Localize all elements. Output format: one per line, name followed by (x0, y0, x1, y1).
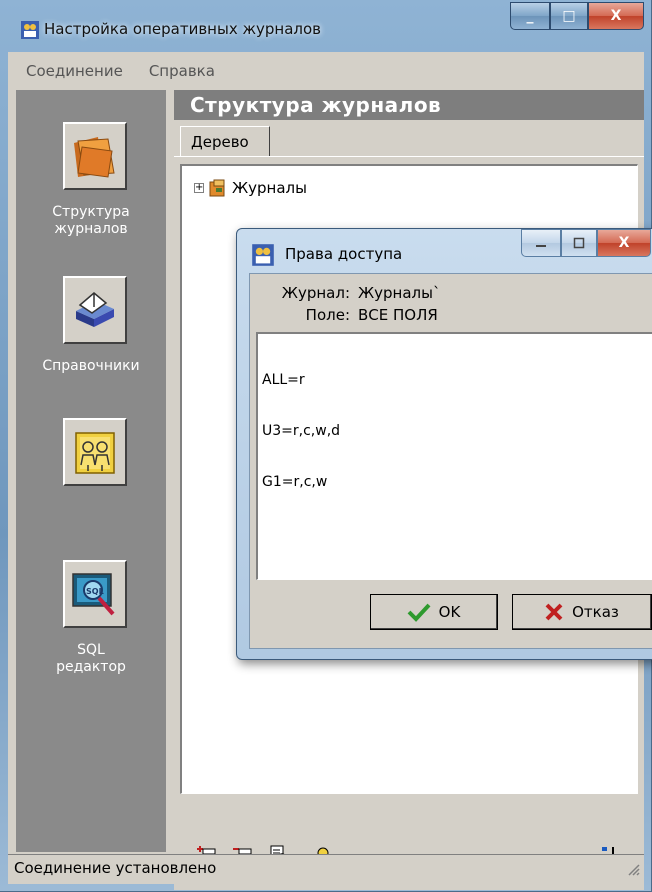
left-panel: Структура журналов Справочники SQL SQL р… (16, 90, 166, 852)
menu-connection[interactable]: Соединение (20, 62, 129, 80)
access-rights-dialog: Права доступа X Журнал: Журналы` Поле: В… (236, 228, 652, 660)
sql-editor-button[interactable]: SQL (63, 560, 127, 628)
status-text: Соединение установлено (14, 859, 217, 877)
tab-tree[interactable]: Дерево (180, 126, 270, 156)
sql-icon: SQL (72, 573, 115, 616)
app-icon (21, 21, 39, 39)
cancel-label: Отказ (572, 602, 619, 621)
close-button[interactable]: X (588, 2, 644, 30)
tree-node-label: Журналы (232, 179, 307, 197)
journal-value: Журналы` (358, 284, 441, 302)
journal-structure-label: Структура журналов (52, 204, 130, 237)
dialog-minimize-button[interactable] (521, 229, 561, 257)
directories-button[interactable] (63, 276, 127, 344)
dialog-title: Права доступа (285, 245, 403, 263)
resize-grip-icon[interactable] (626, 862, 640, 876)
ok-button[interactable]: OK (370, 594, 498, 630)
field-row: Поле: ВСЕ ПОЛЯ (250, 306, 650, 326)
dialog-body: Журнал: Журналы` Поле: ВСЕ ПОЛЯ ALL=r U3… (249, 273, 652, 649)
field-label: Поле: (305, 306, 350, 324)
window-title: Настройка оперативных журналов (44, 20, 321, 38)
dialog-maximize-button[interactable] (561, 229, 597, 257)
cancel-button[interactable]: Отказ (512, 594, 652, 630)
rights-line: ALL=r (262, 372, 305, 388)
rights-line: U3=r,c,w,d (262, 423, 341, 439)
tree-node-journals[interactable]: + Журналы (194, 178, 307, 198)
status-bar: Соединение установлено (8, 854, 644, 880)
menu-bar: Соединение Справка (8, 58, 644, 84)
users-button[interactable] (63, 418, 127, 486)
users-icon (75, 432, 115, 474)
sql-editor-label: SQL редактор (56, 642, 126, 675)
field-value: ВСЕ ПОЛЯ (358, 306, 438, 324)
ok-label: OK (438, 602, 461, 621)
checkmark-icon (407, 603, 431, 622)
svg-text:SQL: SQL (86, 587, 104, 596)
section-header: Структура журналов (174, 90, 644, 120)
dialog-close-button[interactable]: X (597, 229, 651, 257)
journal-structure-button[interactable] (63, 122, 127, 190)
dialog-app-icon (252, 244, 274, 266)
minimize-icon (536, 245, 546, 247)
journal-row: Журнал: Журналы` (250, 284, 650, 304)
expand-icon[interactable]: + (194, 183, 204, 193)
rights-textarea[interactable]: ALL=r U3=r,c,w,d G1=r,c,w (256, 332, 652, 580)
title-bar[interactable]: Настройка оперативных журналов _ □ X (0, 0, 652, 52)
minimize-button[interactable]: _ (510, 2, 550, 30)
journal-label: Журнал: (281, 284, 350, 302)
rights-line: G1=r,c,w (262, 474, 328, 490)
journal-folder-icon (209, 179, 225, 197)
books-icon (76, 292, 114, 327)
menu-help[interactable]: Справка (143, 62, 221, 80)
maximize-button[interactable]: □ (550, 2, 588, 30)
directories-label: Справочники (42, 358, 140, 374)
maximize-icon (573, 237, 585, 249)
folder-icon (74, 137, 115, 178)
cross-icon (545, 603, 563, 620)
